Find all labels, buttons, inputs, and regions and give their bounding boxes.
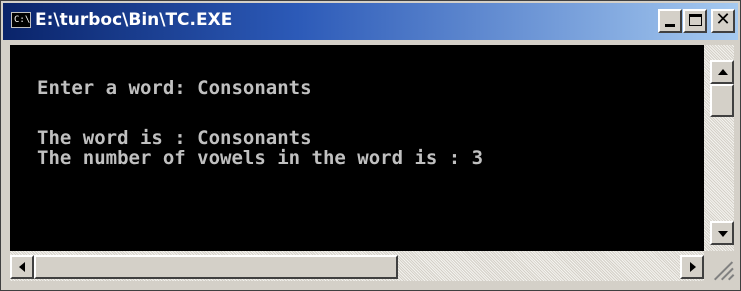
console-app-icon[interactable]: C:\ — [11, 12, 31, 28]
horizontal-scrollbar[interactable] — [10, 251, 704, 281]
arrow-up-icon — [718, 69, 728, 75]
close-icon: ✕ — [715, 9, 731, 30]
arrow-right-icon — [690, 262, 696, 272]
scroll-right-button[interactable] — [680, 255, 704, 279]
arrow-down-icon — [718, 231, 728, 237]
scroll-up-button[interactable] — [710, 60, 734, 84]
size-grip-icon[interactable] — [704, 251, 735, 281]
vertical-scrollbar[interactable] — [704, 45, 734, 251]
window-title: E:\turboc\Bin\TC.EXE — [35, 10, 233, 30]
scroll-left-button[interactable] — [10, 255, 34, 279]
grip-line — [728, 274, 735, 281]
vertical-scroll-thumb[interactable] — [710, 84, 734, 117]
title-bar[interactable]: C:\ E:\turboc\Bin\TC.EXE ✕ — [3, 3, 738, 40]
console-line: The number of vowels in the word is : 3 — [37, 147, 484, 169]
close-button[interactable]: ✕ — [711, 9, 735, 33]
scroll-down-button[interactable] — [710, 221, 734, 245]
console-line: Enter a word: Consonants — [37, 77, 312, 99]
maximize-button[interactable] — [683, 9, 707, 33]
horizontal-scroll-thumb[interactable] — [34, 255, 398, 279]
console-line: The word is : Consonants — [37, 127, 312, 149]
maximize-icon — [689, 14, 702, 26]
console-output[interactable]: Enter a word: Consonants The word is : C… — [10, 45, 704, 251]
arrow-left-icon — [19, 262, 25, 272]
minimize-icon — [665, 24, 675, 27]
console-window: C:\ E:\turboc\Bin\TC.EXE ✕ Enter a word:… — [0, 0, 741, 291]
minimize-button[interactable] — [658, 9, 682, 33]
